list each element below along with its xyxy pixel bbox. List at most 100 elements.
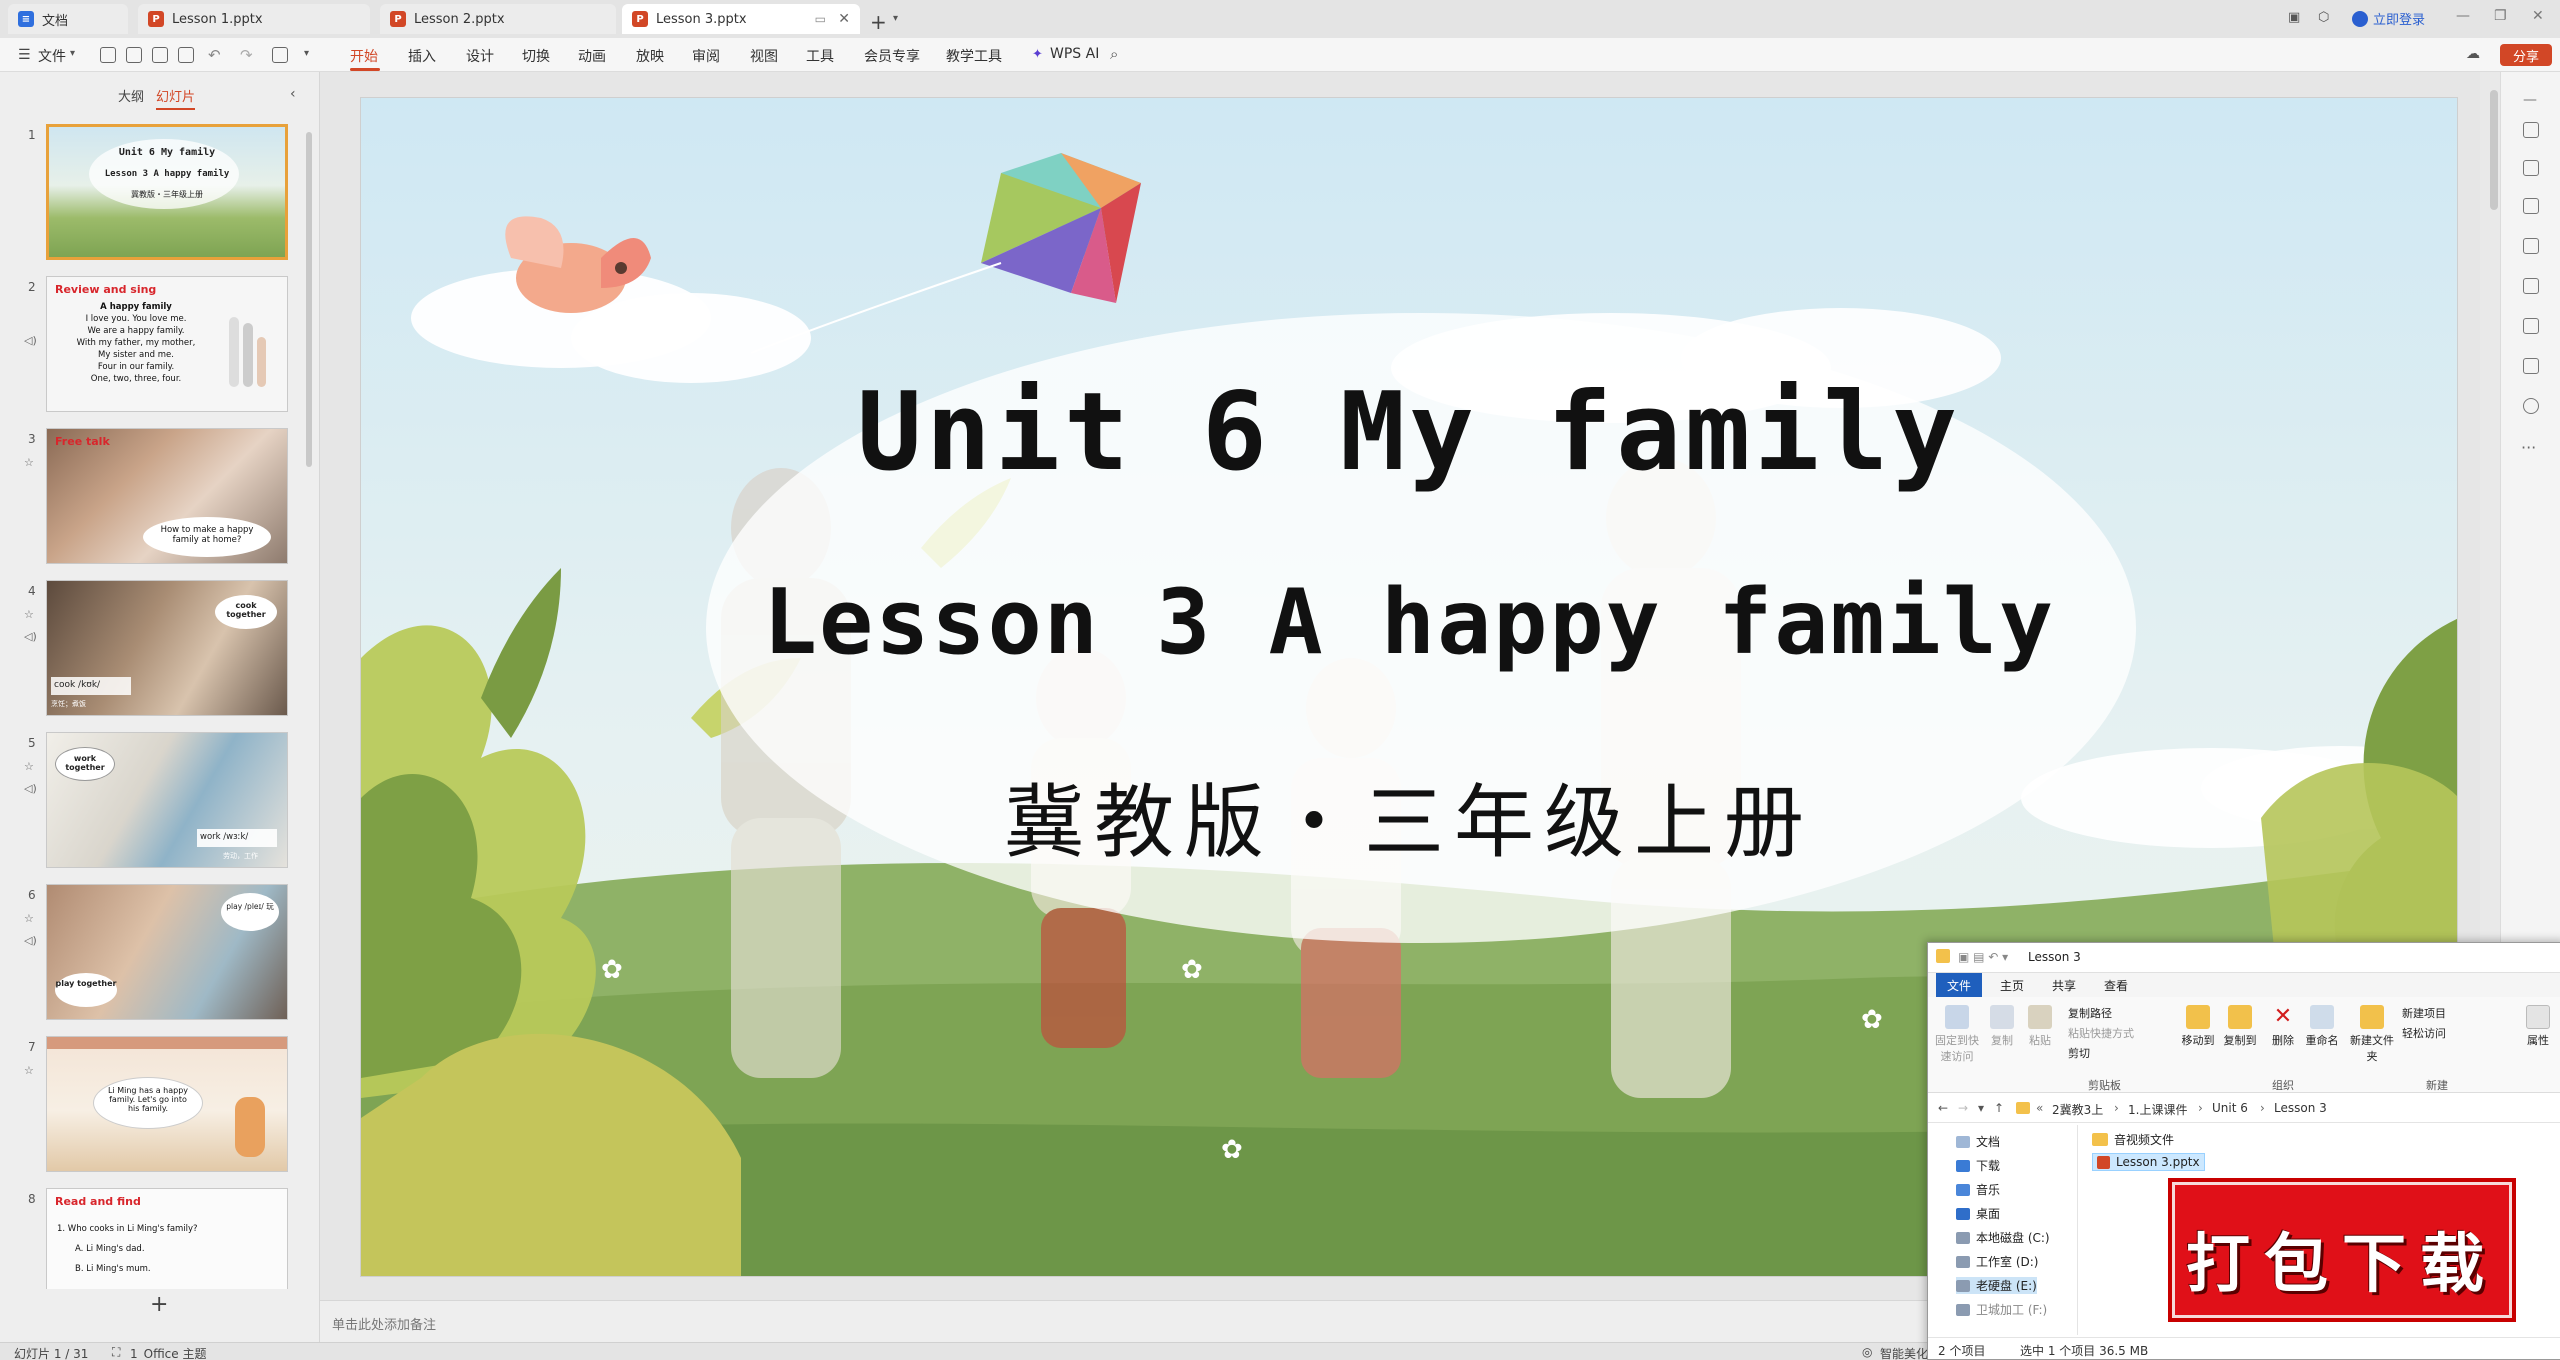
thumbnail-row[interactable]: 2 ◁) Review and sing A happy family I lo… [0,276,300,416]
rename-button[interactable]: 重命名 [2302,1005,2342,1048]
slide-title[interactable]: Unit 6 My family [361,370,2457,495]
thumbnail-row[interactable]: 3 ☆ Free talk How to make a happy family… [0,428,300,568]
new-folder-button[interactable]: 新建文件夹 [2350,1005,2394,1064]
save-icon[interactable] [100,47,116,63]
menu-view[interactable]: 视图 [750,46,778,66]
settings-icon[interactable] [2523,122,2539,138]
slide-thumbnail[interactable]: work together work /wɜːk/ 劳动，工作 [46,732,288,868]
paste-shortcut-button[interactable]: 粘贴快捷方式 [2068,1025,2134,1041]
thumbnail-row[interactable]: 6 ☆ ◁) play /pleɪ/ 玩 play together [0,884,300,1024]
recent-icon[interactable]: ▾ [1978,1101,1984,1115]
editor-scrollbar[interactable] [2490,90,2498,210]
monitor-icon[interactable]: ▭ [815,12,826,26]
menu-wps-ai[interactable]: WPS AI [1050,46,1099,62]
menu-tools[interactable]: 工具 [806,46,834,66]
properties-button[interactable]: 属性 [2518,1005,2558,1048]
tab-slides[interactable]: 幻灯片 [156,86,196,110]
window-icon[interactable] [2523,358,2539,374]
export-icon[interactable] [126,47,142,63]
thumbnail-row[interactable]: 8 Read and find 1. Who cooks in Li Ming'… [0,1188,300,1289]
chevron-down-icon[interactable]: ▾ [893,13,898,24]
image-icon[interactable] [2523,238,2539,254]
cloud-sync-icon[interactable]: ☁ [2466,46,2480,62]
menu-transition[interactable]: 切换 [522,46,550,66]
move-to-button[interactable]: 移动到 [2178,1005,2218,1048]
redo-icon[interactable]: ↷ [240,46,253,64]
login-button[interactable]: 立即登录 [2352,9,2425,28]
chevron-down-icon[interactable]: ▾ [304,48,309,59]
book-icon[interactable] [2523,318,2539,334]
thumbnail-row[interactable]: 1 Unit 6 My family Lesson 3 A happy fami… [0,124,300,264]
thumbnail-row[interactable]: 4 ☆ ◁) cook together cook /kʊk/ 烹饪；煮饭 [0,580,300,720]
print-icon[interactable] [152,47,168,63]
tab-outline[interactable]: 大纲 [118,86,144,105]
nav-desktop[interactable]: 桌面 [1956,1205,2000,1222]
preview-icon[interactable] [178,47,194,63]
share-button[interactable]: 分享 [2500,44,2552,66]
nav-music[interactable]: 音乐 [1956,1181,2000,1198]
explorer-address-bar[interactable]: ← → ▾ ↑ « 2冀教3上 › 1.上课课件 › Unit 6 › Less… [1928,1093,2560,1123]
window-layout-icon[interactable]: ▣ [2288,10,2300,25]
slide-thumbnail[interactable]: cook together cook /kʊk/ 烹饪；煮饭 [46,580,288,716]
pin-quick-access-button[interactable]: 固定到快速访问 [1932,1005,1982,1064]
explorer-tab-view[interactable]: 查看 [2104,977,2128,994]
help-icon[interactable] [2523,398,2539,414]
chevron-down-icon[interactable]: ▾ [70,48,75,59]
nav-documents[interactable]: 文档 [1956,1133,2000,1150]
file-item-folder[interactable]: 音视频文件 [2092,1131,2174,1148]
collapse-panel-icon[interactable]: ‹ [290,86,296,102]
explorer-tab-share[interactable]: 共享 [2052,977,2076,994]
slide-thumbnail[interactable]: play /pleɪ/ 玩 play together [46,884,288,1020]
slide-thumbnail[interactable]: Li Ming has a happy family. Let's go int… [46,1036,288,1172]
new-item-button[interactable]: 新建项目 [2402,1005,2446,1021]
breadcrumb-item[interactable]: 2冀教3上 [2052,1101,2103,1118]
add-slide-button[interactable]: + [150,1292,168,1317]
minimize-icon[interactable]: — [2523,92,2537,108]
close-tab-icon[interactable]: ✕ [838,11,850,27]
copy-to-button[interactable]: 复制到 [2220,1005,2260,1048]
up-icon[interactable]: ↑ [1994,1101,2004,1115]
menu-home[interactable]: 开始 [350,46,378,66]
paste-button[interactable]: 粘贴 [2022,1005,2058,1048]
tab-lesson-2[interactable]: P Lesson 2.pptx [380,4,616,34]
menu-review[interactable]: 审阅 [692,46,720,66]
cube-icon[interactable]: ⬡ [2318,10,2329,25]
quick-access-icons[interactable]: ▣ ▤ ↶ ▾ [1958,950,2008,964]
back-icon[interactable]: ← [1938,1101,1948,1115]
nav-drive-c[interactable]: 本地磁盘 (C:) [1956,1229,2050,1246]
close-window-icon[interactable]: ✕ [2532,8,2544,24]
nav-drive-f[interactable]: 卫城加工 (F:) [1956,1301,2047,1318]
hamburger-icon[interactable]: ☰ [18,47,31,63]
breadcrumb-item[interactable]: 1.上课课件 [2128,1101,2187,1118]
slide-thumbnail[interactable]: Read and find 1. Who cooks in Li Ming's … [46,1188,288,1289]
nav-drive-e[interactable]: 老硬盘 (E:) [1956,1277,2037,1294]
search-icon[interactable]: ⌕ [1110,45,1118,63]
slide-thumbnail[interactable]: Unit 6 My family Lesson 3 A happy family… [46,124,288,260]
menu-animation[interactable]: 动画 [578,46,606,66]
slide-subtitle[interactable]: Lesson 3 A happy family [361,570,2457,675]
copy-button[interactable]: 复制 [1984,1005,2020,1048]
magic-icon[interactable] [2523,278,2539,294]
star-icon[interactable] [2523,160,2539,176]
download-stamp-button[interactable]: 打包下载 [2162,1170,2522,1330]
easy-access-button[interactable]: 轻松访问 [2402,1025,2446,1041]
nav-downloads[interactable]: 下载 [1956,1157,2000,1174]
thumbnail-row[interactable]: 5 ☆ ◁) work together work /wɜːk/ 劳动，工作 [0,732,300,872]
cut-button[interactable]: 剪切 [2068,1045,2090,1061]
file-item-pptx[interactable]: Lesson 3.pptx [2092,1153,2205,1171]
breadcrumb-item[interactable]: Lesson 3 [2274,1101,2327,1115]
delete-button[interactable]: ✕ 删除 [2268,1005,2298,1048]
menu-slideshow[interactable]: 放映 [636,46,664,66]
theme-name[interactable]: 1_Office 主题 [130,1345,206,1360]
smart-beautify[interactable]: 智能美化 [1880,1345,1928,1360]
thumbnail-row[interactable]: 7 ☆ Li Ming has a happy family. Let's go… [0,1036,300,1176]
restore-icon[interactable]: ❐ [2494,8,2507,24]
menu-insert[interactable]: 插入 [408,46,436,66]
new-tab-button[interactable]: + [870,10,887,34]
slide-thumbnail[interactable]: Free talk How to make a happy family at … [46,428,288,564]
undo-icon[interactable]: ↶ [208,46,221,64]
explorer-tab-file[interactable]: 文件 [1936,973,1982,997]
slide-thumbnail[interactable]: Review and sing A happy family I love yo… [46,276,288,412]
menu-file[interactable]: 文件 [38,46,66,66]
copy-path-button[interactable]: 复制路径 [2068,1005,2112,1021]
